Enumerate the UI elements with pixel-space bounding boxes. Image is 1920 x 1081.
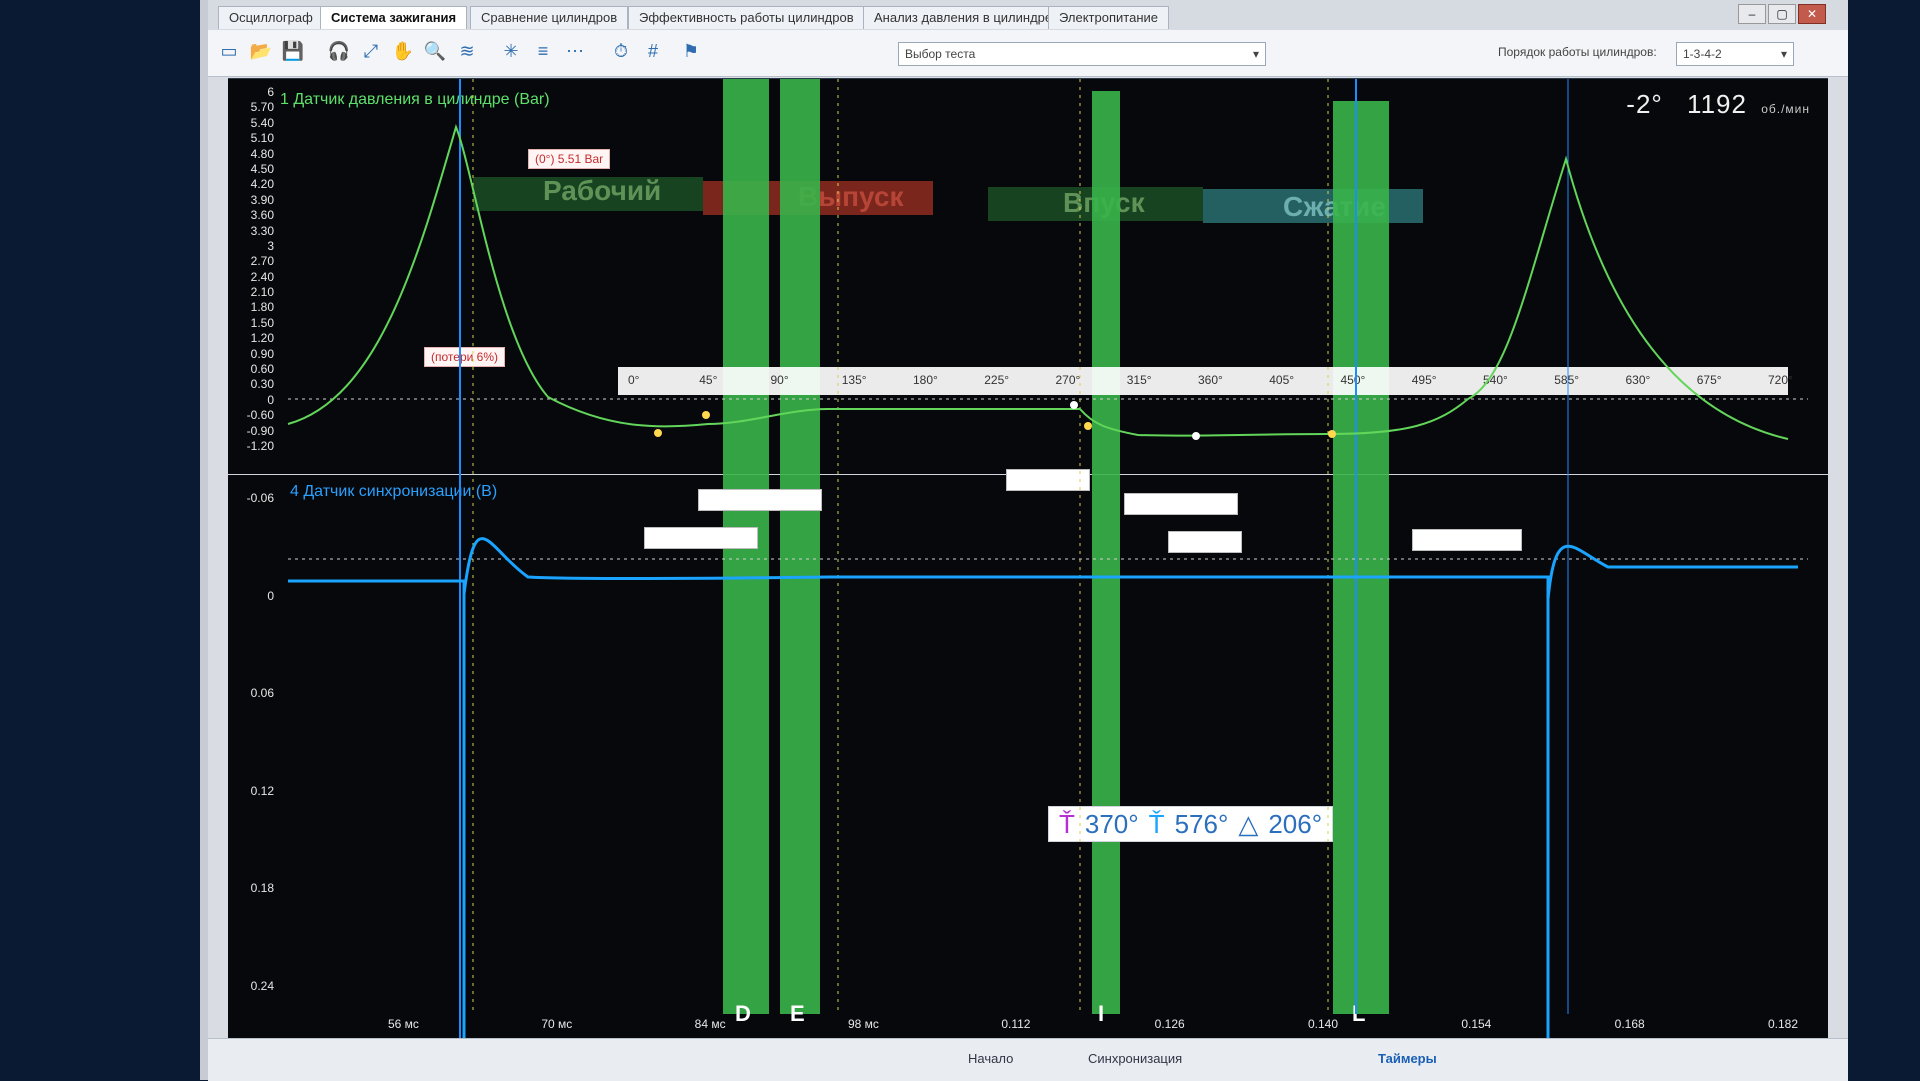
- trace-point: [1328, 430, 1336, 438]
- tool-icon[interactable]: ✳: [498, 38, 524, 64]
- firing-order-label: Порядок работы цилиндров:: [1498, 45, 1657, 59]
- oscilloscope-plot: -2° 1192 об./мин 1 Датчик давления в цил…: [228, 78, 1828, 1039]
- tab-ignition-system[interactable]: Система зажигания: [320, 6, 468, 29]
- trace-point: [1084, 422, 1092, 430]
- zoom-icon[interactable]: 🔍: [422, 38, 448, 64]
- sync-trace: [288, 537, 1798, 1039]
- bottom-item-sync[interactable]: Синхронизация: [1088, 1051, 1182, 1066]
- tool-icon[interactable]: ⋯: [562, 38, 588, 64]
- timer-icon[interactable]: ⏱: [608, 38, 634, 64]
- test-select-label: Выбор теста: [905, 47, 976, 61]
- save-icon[interactable]: 💾: [280, 38, 306, 64]
- grid-icon[interactable]: #: [640, 38, 666, 64]
- maximize-button[interactable]: ▢: [1768, 4, 1796, 24]
- firing-order-select[interactable]: 1-3-4-2 ▾: [1676, 42, 1794, 66]
- cursor-tool-icon[interactable]: ⤢: [358, 38, 384, 64]
- chevron-down-icon: ▾: [1780, 47, 1787, 61]
- test-select[interactable]: Выбор теста ▾: [898, 42, 1266, 66]
- app-root: Осциллограф Система зажигания Сравнение …: [0, 0, 1920, 1081]
- firing-order-value: 1-3-4-2: [1683, 47, 1722, 61]
- bottom-item-start[interactable]: Начало: [968, 1051, 1013, 1066]
- tab-power-supply[interactable]: Электропитание: [1048, 6, 1169, 29]
- oscillograph-window: Осциллограф Система зажигания Сравнение …: [200, 0, 1848, 1081]
- minimize-button[interactable]: –: [1738, 4, 1766, 24]
- chevron-down-icon: ▾: [1252, 47, 1259, 61]
- new-file-icon[interactable]: ▭: [216, 38, 242, 64]
- hand-tool-icon[interactable]: ✋: [390, 38, 416, 64]
- open-folder-icon[interactable]: 📂: [248, 38, 274, 64]
- trace-point: [702, 411, 710, 419]
- tab-oscillograph[interactable]: Осциллограф: [218, 6, 324, 29]
- status-bar: Начало Синхронизация Таймеры: [208, 1038, 1848, 1081]
- trace-point: [654, 429, 662, 437]
- tool-icon[interactable]: ≡: [530, 38, 556, 64]
- filter-icon[interactable]: ≋: [454, 38, 480, 64]
- tab-pressure-analysis[interactable]: Анализ давления в цилиндре: [863, 6, 1064, 29]
- tabs-bar: Осциллограф Система зажигания Сравнение …: [208, 0, 1848, 31]
- pressure-trace: [287, 123, 1789, 440]
- headphones-icon[interactable]: 🎧: [326, 38, 352, 64]
- trace-point: [1070, 401, 1078, 409]
- tab-cylinder-efficiency[interactable]: Эффективность работы цилиндров: [628, 6, 865, 29]
- waveforms: [287, 79, 1808, 1039]
- tab-cylinder-compare[interactable]: Сравнение цилиндров: [470, 6, 629, 29]
- trace-point: [1192, 432, 1200, 440]
- flag-icon[interactable]: ⚑: [678, 38, 704, 64]
- bottom-item-timers[interactable]: Таймеры: [1378, 1051, 1437, 1066]
- close-button[interactable]: ✕: [1798, 4, 1826, 24]
- toolbar: ▭ 📂 💾 🎧 ⤢ ✋ 🔍 ≋ ✳ ≡ ⋯ ⏱ # ⚑ Выбор теста …: [208, 30, 1848, 77]
